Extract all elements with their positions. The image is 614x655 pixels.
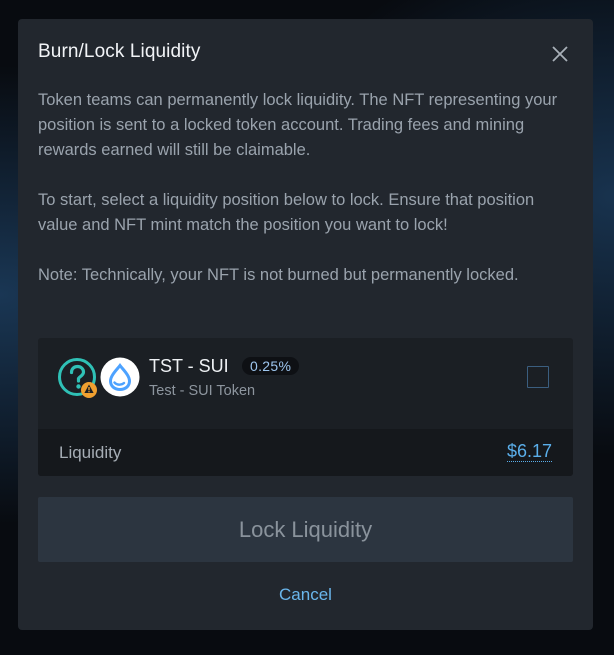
description-paragraph: Token teams can permanently lock liquidi…: [38, 91, 558, 159]
pair-full-name: Test - SUI Token: [149, 383, 256, 399]
position-card-header: TST - SUI 0.25% Test - SUI Token: [38, 338, 573, 429]
sui-droplet-icon: [100, 357, 140, 397]
pair-name: TST - SUI: [149, 356, 229, 376]
close-icon[interactable]: [551, 45, 569, 63]
fee-tier-badge: 0.25%: [242, 357, 300, 375]
select-position-checkbox[interactable]: [527, 366, 549, 388]
unknown-token-icon: [58, 358, 97, 398]
cancel-button[interactable]: Cancel: [18, 585, 593, 605]
position-card[interactable]: TST - SUI 0.25% Test - SUI Token Liquidi…: [38, 338, 573, 476]
warning-icon: [81, 382, 97, 398]
description-note: Note: Technically, your NFT is not burne…: [38, 266, 519, 284]
liquidity-value[interactable]: $6.17: [506, 441, 552, 462]
description-paragraph: To start, select a liquidity position be…: [38, 191, 535, 234]
lock-liquidity-button[interactable]: Lock Liquidity: [38, 497, 573, 562]
dialog-description: Token teams can permanently lock liquidi…: [38, 88, 578, 313]
burn-lock-liquidity-dialog: Burn/Lock Liquidity Token teams can perm…: [18, 19, 593, 630]
liquidity-label: Liquidity: [59, 443, 122, 462]
liquidity-row: Liquidity $6.17: [38, 429, 573, 476]
dialog-title: Burn/Lock Liquidity: [38, 41, 201, 62]
